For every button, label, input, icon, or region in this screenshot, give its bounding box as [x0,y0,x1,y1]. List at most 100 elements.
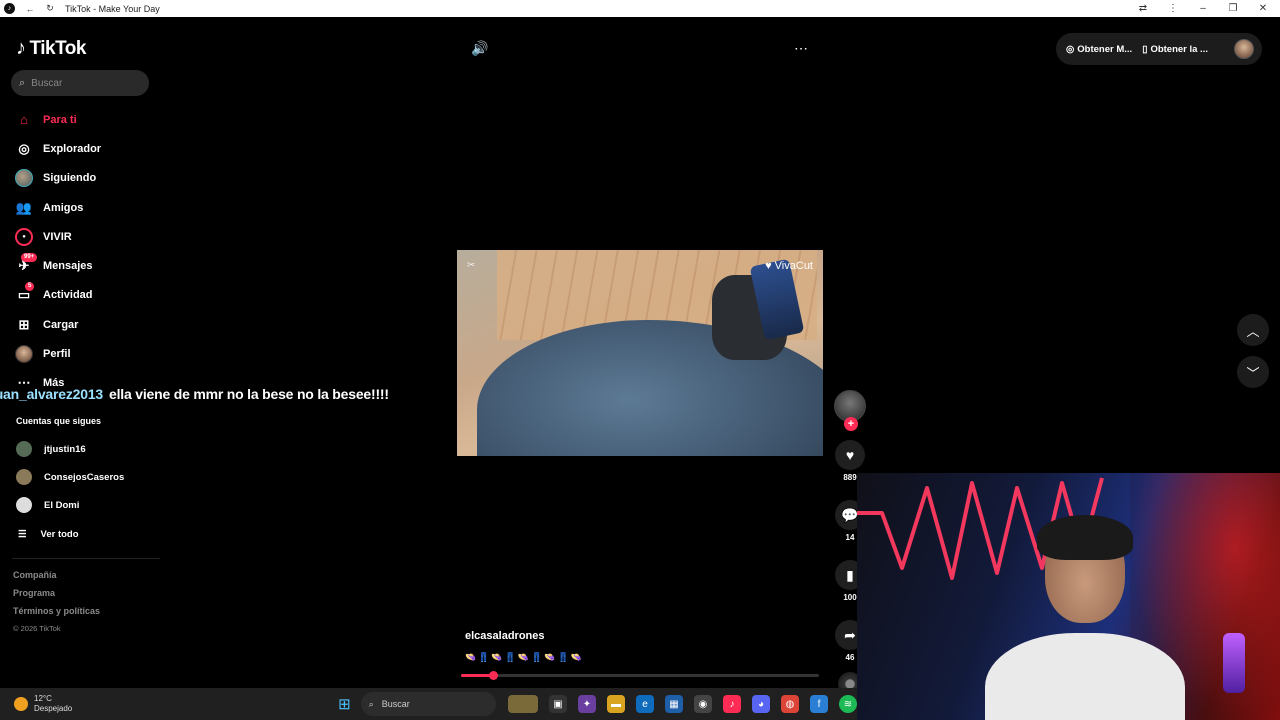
chrome-icon[interactable]: ◍ [781,695,799,713]
following-list: jtjustin16 ConsejosCaseros El Domi ☰ Ver… [16,435,160,549]
creator-avatar[interactable]: + [834,390,866,431]
main-nav: ⌂ Para ti ◎ Explorador Siguiendo 👥 Amigo… [0,105,160,398]
see-all-label: Ver todo [40,528,79,540]
account-avatar [16,441,32,457]
tiktok-taskbar-icon[interactable]: ♪ [723,695,741,713]
window-title: TikTok - Make Your Day [65,3,160,14]
follow-plus-icon[interactable]: + [844,417,858,431]
following-account[interactable]: jtjustin16 [16,435,160,463]
compass-icon: ◎ [18,140,30,156]
share-count: 46 [845,653,855,662]
sidebar-item-label: Amigos [43,201,84,214]
store-icon[interactable]: ▦ [665,695,683,713]
sidebar-item-siguiendo[interactable]: Siguiendo [0,164,160,193]
account-name: ConsejosCaseros [44,471,125,483]
volume-icon[interactable]: 🔊 [471,40,488,57]
footer-link-terms[interactable]: Términos y políticas [13,606,100,624]
user-avatar[interactable] [1234,39,1254,59]
video-progress-bar[interactable] [461,671,819,680]
windows-start-icon[interactable]: ⊞ [338,695,351,713]
get-coins-button[interactable]: ◎ Obtener M... [1066,44,1132,55]
account-name: jtjustin16 [44,443,86,455]
sidebar-item-perfil[interactable]: Perfil [0,339,160,368]
progress-handle[interactable] [489,671,499,680]
chevron-down-icon[interactable]: ﹀ [1237,356,1269,388]
heart-icon: ♥ [835,440,865,470]
weather-desc: Despejado [34,704,73,713]
like-count: 889 [843,473,857,482]
footer-link-company[interactable]: Compañía [13,570,100,588]
sidebar-item-label: Explorador [43,142,102,155]
obs-icon[interactable]: ◉ [694,695,712,713]
sidebar-item-explorador[interactable]: ◎ Explorador [0,134,160,163]
taskbar-search-label: Buscar [381,699,410,709]
sidebar-item-mensajes[interactable]: ✈ 99+ Mensajes [0,251,160,280]
header-actions: ◎ Obtener M... ▯ Obtener la ... [1056,33,1262,65]
sidebar-item-cargar[interactable]: ⊞ Cargar [0,310,160,339]
footer-link-program[interactable]: Programa [13,588,100,606]
account-name: El Domi [44,499,80,511]
search-box[interactable]: ⌕ [11,70,149,96]
caption-username[interactable]: elcasaladrones [465,630,545,642]
account-avatar [16,497,32,513]
refresh-icon[interactable]: ↻ [45,3,55,14]
tiktok-logo[interactable]: ♪ TikTok [16,37,86,60]
file-explorer-icon[interactable]: ▬ [607,695,625,713]
list-icon: ☰ [18,528,27,540]
spotify-icon[interactable]: ≋ [839,695,857,713]
following-account[interactable]: ConsejosCaseros [16,463,160,491]
friends-icon: 👥 [15,199,33,215]
sidebar-divider [12,558,160,559]
widget-icon[interactable] [508,695,538,713]
copyright: © 2026 TikTok [13,624,61,633]
logo-text: TikTok [29,37,87,59]
weather-temp: 12°C [34,694,52,703]
restore-icon[interactable]: ❐ [1228,3,1238,14]
see-all-button[interactable]: ☰ Ver todo [16,519,160,549]
more-options-icon[interactable]: ⋯ [794,40,808,57]
sidebar-item-vivir[interactable]: ● VIVIR [0,222,160,251]
translate-icon[interactable]: ⇄ [1138,3,1148,14]
sidebar-item-actividad[interactable]: ▭ 5 Actividad [0,281,160,310]
stream-chat-overlay: juan_alvarez2013 ella viene de mmr no la … [0,386,389,402]
sidebar-item-label: VIVIR [43,230,72,243]
task-view-icon[interactable]: ▣ [549,695,567,713]
video-player[interactable]: ✂ ♥ VivaCut [457,250,823,456]
minimize-icon[interactable]: – [1198,3,1208,14]
weather-icon [14,697,28,711]
sidebar-item-amigos[interactable]: 👥 Amigos [0,193,160,222]
windows-taskbar: 12°C Despejado ⊞ ⌕ Buscar ▣ ✦ ▬ e ▦ ◉ ♪ … [0,688,857,720]
live-icon: ● [15,227,33,246]
sidebar-item-para-ti[interactable]: ⌂ Para ti [0,105,160,134]
coin-icon: ◎ [1066,43,1075,55]
window-titlebar: ♪ ← ↻ TikTok - Make Your Day ⇄ ⋮ – ❐ ✕ [0,0,1280,17]
get-coins-label: Obtener M... [1077,43,1133,55]
sidebar-item-label: Siguiendo [43,172,97,185]
activity-icon: ▭ 5 [15,282,35,304]
video-watermark: ♥ VivaCut [765,260,813,272]
sidebar-item-label: Para ti [43,113,77,126]
streamer-shirt [985,633,1185,720]
following-section-title: Cuentas que sigues [16,416,102,426]
back-arrow-icon[interactable]: ← [25,4,35,14]
copilot-icon[interactable]: ✦ [578,695,596,713]
menu-dots-icon[interactable]: ⋮ [1168,3,1178,14]
following-account[interactable]: El Domi [16,491,160,519]
chevron-up-icon[interactable]: ︿ [1237,314,1269,346]
phone-icon: ▯ [1142,43,1148,55]
sidebar-footer: Compañía Programa Términos y políticas ©… [13,570,100,638]
feed-navigation: ︿ ﹀ [1237,314,1269,388]
chat-username: juan_alvarez2013 [0,386,103,402]
lamp [1223,633,1245,693]
close-icon[interactable]: ✕ [1258,3,1268,14]
watermark-text: VivaCut [774,260,813,272]
app-f-icon[interactable]: f [810,695,828,713]
taskbar-search[interactable]: ⌕ Buscar [360,692,496,716]
discord-icon[interactable]: ◕ [752,695,770,713]
edge-icon[interactable]: e [636,695,654,713]
streamer [985,515,1185,720]
search-input[interactable] [31,77,132,89]
weather-widget[interactable]: 12°C Despejado [0,694,338,714]
get-app-button[interactable]: ▯ Obtener la ... [1142,44,1208,55]
chat-message: ella viene de mmr no la bese no la besee… [109,386,389,402]
